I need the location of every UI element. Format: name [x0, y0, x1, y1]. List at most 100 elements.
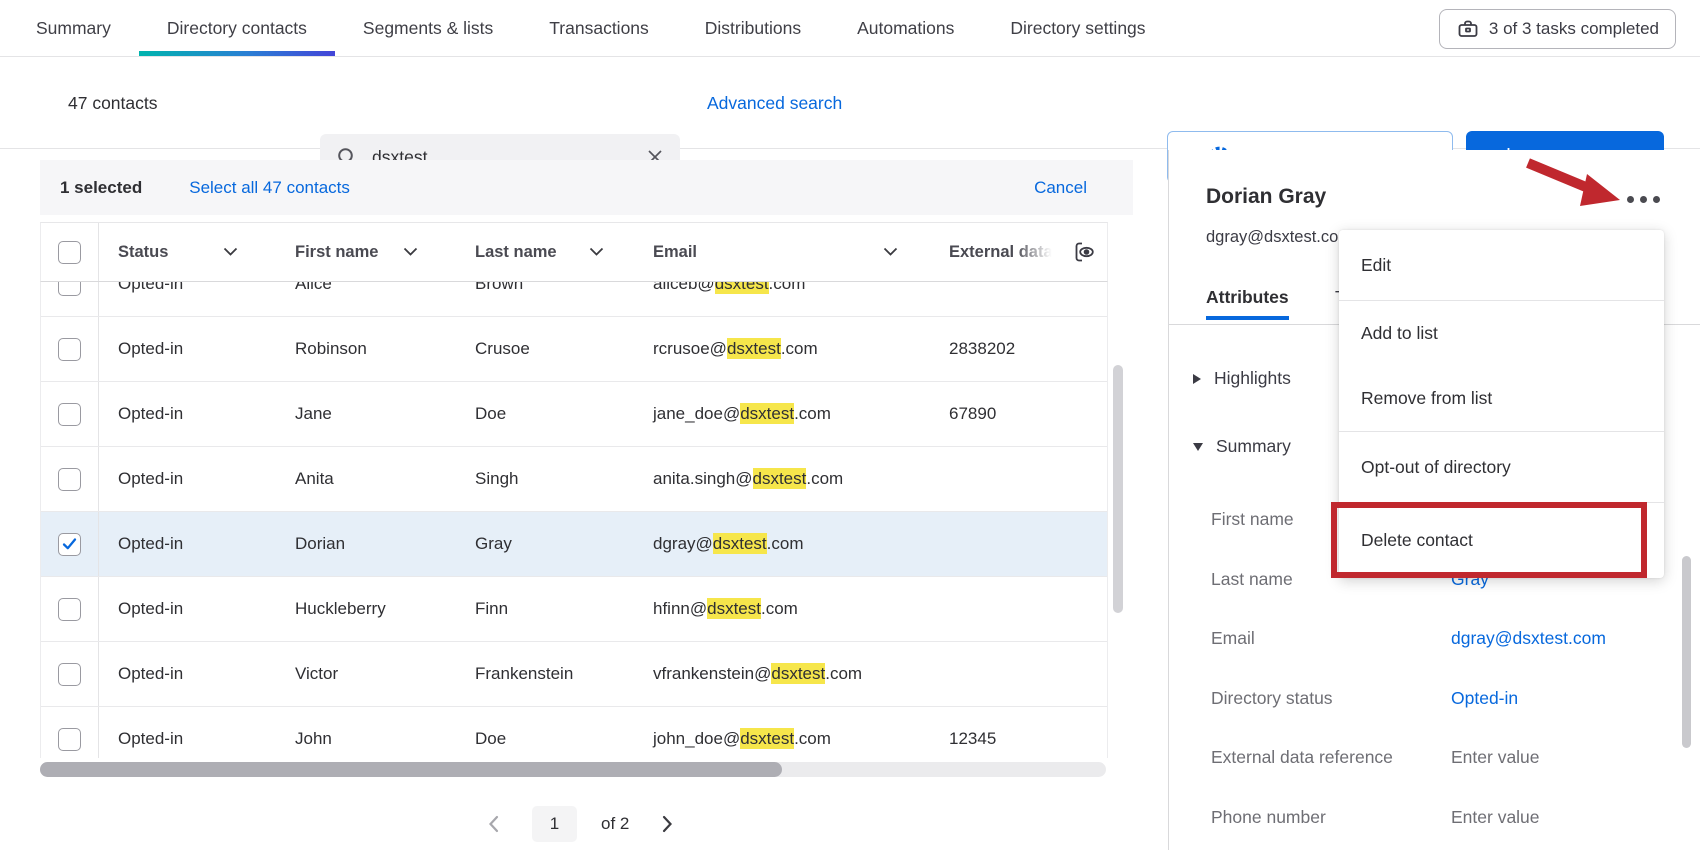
cell-first-name: Victor: [276, 664, 456, 684]
cell-email: john_doe@dsxtest.com: [634, 729, 930, 749]
nav-tab-summary[interactable]: Summary: [8, 0, 139, 56]
menu-item-delete-contact[interactable]: Delete contact: [1339, 503, 1664, 578]
tasks-completed-button[interactable]: 3 of 3 tasks completed: [1439, 9, 1676, 49]
menu-item-add-to-list[interactable]: Add to list: [1339, 301, 1664, 366]
cell-status: Opted-in: [99, 664, 276, 684]
menu-item-remove-from-list[interactable]: Remove from list: [1339, 366, 1664, 431]
table-row-jane-doe[interactable]: Opted-inJaneDoejane_doe@dsxtest.com67890: [41, 382, 1107, 447]
cell-last-name: Brown: [456, 282, 634, 294]
expanded-triangle-icon: [1193, 443, 1203, 451]
cell-email: anita.singh@dsxtest.com: [634, 469, 930, 489]
nav-tab-transactions[interactable]: Transactions: [521, 0, 677, 56]
search-term-highlight: dsxtest: [727, 338, 781, 359]
menu-item-edit[interactable]: Edit: [1339, 230, 1664, 300]
column-header-status[interactable]: Status: [99, 243, 276, 262]
column-header-external-data[interactable]: External data reference: [930, 243, 1107, 262]
nav-tab-directory-contacts[interactable]: Directory contacts: [139, 0, 335, 56]
collapsed-triangle-icon: [1193, 374, 1201, 384]
cell-email: jane_doe@dsxtest.com: [634, 404, 930, 424]
cell-email: rcrusoe@dsxtest.com: [634, 339, 930, 359]
table-row-anita-singh[interactable]: Opted-inAnitaSinghanita.singh@dsxtest.co…: [41, 447, 1107, 512]
cell-status: Opted-in: [99, 599, 276, 619]
table-horizontal-scrollbar[interactable]: [40, 762, 1106, 777]
cell-email: hfinn@dsxtest.com: [634, 599, 930, 619]
table-row-john-doe[interactable]: Opted-inJohnDoejohn_doe@dsxtest.com12345: [41, 707, 1107, 758]
horizontal-scrollbar-thumb[interactable]: [40, 762, 782, 777]
column-header-email[interactable]: Email: [634, 243, 930, 262]
cell-first-name: Dorian: [276, 534, 456, 554]
nav-tab-distributions[interactable]: Distributions: [677, 0, 829, 56]
top-navigation: SummaryDirectory contactsSegments & list…: [0, 0, 1700, 57]
section-highlights-label: Highlights: [1214, 368, 1291, 389]
row-checkbox[interactable]: [58, 728, 81, 751]
attribute-value[interactable]: dgray@dsxtest.com: [1451, 628, 1606, 649]
chevron-down-icon[interactable]: [589, 247, 604, 257]
cell-first-name: Huckleberry: [276, 599, 456, 619]
attribute-value[interactable]: Opted-in: [1451, 688, 1518, 709]
cell-first-name: Robinson: [276, 339, 456, 359]
chevron-down-icon[interactable]: [223, 247, 238, 257]
search-term-highlight: dsxtest: [740, 728, 794, 749]
table-row-huckleberry-finn[interactable]: Opted-inHuckleberryFinnhfinn@dsxtest.com: [41, 577, 1107, 642]
cell-status: Opted-in: [99, 534, 276, 554]
attribute-row-email: Emaildgray@dsxtest.com: [1211, 609, 1671, 669]
cell-email: vfrankenstein@dsxtest.com: [634, 664, 930, 684]
panel-vertical-scrollbar[interactable]: [1682, 556, 1691, 748]
cell-first-name: Anita: [276, 469, 456, 489]
row-checkbox[interactable]: [58, 533, 81, 556]
row-checkbox[interactable]: [58, 468, 81, 491]
cell-last-name: Singh: [456, 469, 634, 489]
attribute-label: External data reference: [1211, 747, 1451, 768]
cell-first-name: John: [276, 729, 456, 749]
select-all-link[interactable]: Select all 47 contacts: [189, 178, 350, 198]
row-checkbox-cell: [41, 282, 99, 316]
table-row-victor-frankenstein[interactable]: Opted-inVictorFrankensteinvfrankenstein@…: [41, 642, 1107, 707]
column-header-last-name[interactable]: Last name: [456, 243, 634, 262]
advanced-search-link[interactable]: Advanced search: [707, 57, 842, 149]
row-checkbox[interactable]: [58, 338, 81, 361]
cell-status: Opted-in: [99, 469, 276, 489]
row-checkbox[interactable]: [58, 663, 81, 686]
cell-email: dgray@dsxtest.com: [634, 534, 930, 554]
section-summary[interactable]: Summary: [1193, 436, 1291, 457]
section-summary-label: Summary: [1216, 436, 1291, 457]
table-row-robinson-crusoe[interactable]: Opted-inRobinsonCrusoercrusoe@dsxtest.co…: [41, 317, 1107, 382]
more-options-button[interactable]: [1621, 190, 1666, 209]
chevron-down-icon[interactable]: [883, 247, 898, 257]
row-checkbox[interactable]: [58, 403, 81, 426]
select-all-checkbox[interactable]: [58, 241, 81, 264]
chevron-down-icon[interactable]: [403, 247, 418, 257]
tab-attributes[interactable]: Attributes: [1206, 287, 1289, 308]
table-vertical-scrollbar[interactable]: [1113, 365, 1123, 613]
cell-email: aliceb@dsxtest.com: [634, 282, 930, 294]
row-checkbox[interactable]: [58, 282, 81, 296]
table-body: Opted-inAliceBrownaliceb@dsxtest.comOpte…: [40, 282, 1108, 758]
cell-last-name: Finn: [456, 599, 634, 619]
column-header-first-name[interactable]: First name: [276, 243, 456, 262]
table-row-alice-brown[interactable]: Opted-inAliceBrownaliceb@dsxtest.com: [41, 282, 1107, 317]
cell-last-name: Doe: [456, 729, 634, 749]
menu-item-opt-out-of-directory[interactable]: Opt-out of directory: [1339, 432, 1664, 502]
cell-last-name: Doe: [456, 404, 634, 424]
next-page-button[interactable]: [653, 809, 681, 839]
table-row-dorian-gray[interactable]: Opted-inDorianGraydgray@dsxtest.com: [41, 512, 1107, 577]
nav-tab-automations[interactable]: Automations: [829, 0, 982, 56]
search-term-highlight: dsxtest: [713, 533, 767, 554]
cell-external-data: 2838202: [930, 339, 1107, 359]
search-term-highlight: dsxtest: [740, 403, 794, 424]
section-highlights[interactable]: Highlights: [1193, 368, 1291, 389]
cancel-selection-link[interactable]: Cancel: [1034, 178, 1087, 198]
cell-first-name: Jane: [276, 404, 456, 424]
attribute-row-phone-number: Phone numberEnter value: [1211, 788, 1671, 848]
nav-tab-segments-lists[interactable]: Segments & lists: [335, 0, 521, 56]
current-page-input[interactable]: 1: [532, 806, 577, 842]
attribute-row-external-data-reference: External data referenceEnter value: [1211, 728, 1671, 788]
nav-tab-directory-settings[interactable]: Directory settings: [982, 0, 1173, 56]
previous-page-button[interactable]: [480, 809, 508, 839]
column-visibility-icon[interactable]: [1071, 239, 1097, 265]
row-checkbox[interactable]: [58, 598, 81, 621]
attribute-label: Phone number: [1211, 807, 1451, 828]
cell-external-data: 67890: [930, 404, 1107, 424]
cell-first-name: Alice: [276, 282, 456, 294]
nav-tabs: SummaryDirectory contactsSegments & list…: [8, 0, 1174, 56]
